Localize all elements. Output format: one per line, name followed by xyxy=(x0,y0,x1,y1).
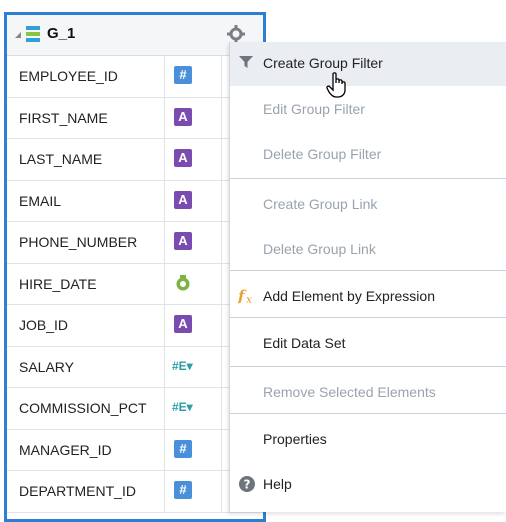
column-divider xyxy=(164,263,165,304)
svg-text:?: ? xyxy=(244,478,251,492)
menu-item-edit-data-set[interactable]: Edit Data Set xyxy=(230,322,506,366)
fx-icon: fx xyxy=(237,287,258,308)
aggregate-dropdown-icon[interactable]: #E▾ xyxy=(172,398,212,416)
number-type-icon: # xyxy=(174,66,192,84)
column-divider xyxy=(221,305,222,346)
filter-icon xyxy=(238,54,254,73)
field-row[interactable]: FIRST_NAME A xyxy=(7,97,263,139)
column-divider xyxy=(164,429,165,470)
menu-item-add-element-by-expression[interactable]: f x Add Element by Expression xyxy=(230,275,506,319)
collapse-icon[interactable] xyxy=(15,32,21,38)
menu-item-label: Edit Group Filter xyxy=(263,101,365,117)
column-divider xyxy=(164,346,165,387)
hand-cursor-icon xyxy=(326,72,348,101)
field-name: EMPLOYEE_ID xyxy=(19,68,118,84)
menu-separator xyxy=(230,413,506,414)
menu-separator xyxy=(230,270,506,271)
menu-item-label: Edit Data Set xyxy=(263,335,346,351)
column-divider xyxy=(164,305,165,346)
column-divider xyxy=(221,139,222,180)
date-type-icon xyxy=(174,274,192,292)
field-row[interactable]: HIRE_DATE xyxy=(7,263,263,305)
string-type-icon: A xyxy=(174,190,192,209)
number-type-icon: # xyxy=(174,439,192,458)
group-title: G_1 xyxy=(47,25,76,42)
menu-item-edit-group-filter[interactable]: Edit Group Filter xyxy=(230,88,506,132)
string-type-icon: A xyxy=(174,232,192,250)
field-name: EMAIL xyxy=(19,192,62,209)
field-name: SALARY xyxy=(19,358,74,375)
field-name: COMMISSION_PCT xyxy=(19,400,147,416)
menu-item-create-group-filter[interactable]: Create Group Filter xyxy=(230,42,506,86)
menu-item-label: Create Group Filter xyxy=(263,55,383,71)
menu-item-help[interactable]: ? Help xyxy=(230,463,506,507)
field-row[interactable]: EMAIL A xyxy=(7,180,263,222)
field-row[interactable]: EMPLOYEE_ID # xyxy=(7,56,263,98)
menu-item-delete-group-filter[interactable]: Delete Group Filter xyxy=(230,133,506,177)
menu-item-label: Help xyxy=(263,476,292,492)
context-menu: Create Group Filter Edit Group Filter Dele… xyxy=(229,42,506,512)
menu-item-properties[interactable]: Properties xyxy=(230,418,506,462)
field-name: DEPARTMENT_ID xyxy=(19,483,136,499)
string-type-icon: A xyxy=(174,149,192,167)
menu-item-label: Create Group Link xyxy=(263,196,378,212)
column-divider xyxy=(221,180,222,221)
field-name: LAST_NAME xyxy=(19,151,103,167)
string-type-icon: A xyxy=(174,315,192,333)
field-row[interactable]: SALARY #E▾ xyxy=(7,346,263,388)
string-type-icon: A xyxy=(174,107,192,126)
field-name: PHONE_NUMBER xyxy=(19,234,138,250)
field-row[interactable]: MANAGER_ID # xyxy=(7,429,263,471)
menu-separator xyxy=(230,366,506,367)
column-divider xyxy=(221,263,222,304)
column-divider xyxy=(221,222,222,263)
number-type-icon: # xyxy=(174,481,192,499)
column-divider xyxy=(164,388,165,429)
menu-separator xyxy=(230,317,506,318)
menu-item-label: Properties xyxy=(263,431,327,447)
field-row[interactable]: COMMISSION_PCT #E▾ xyxy=(7,388,263,430)
column-divider xyxy=(221,388,222,429)
column-divider xyxy=(221,471,222,512)
field-name: FIRST_NAME xyxy=(19,109,108,126)
menu-item-label: Delete Group Link xyxy=(263,241,376,257)
menu-item-delete-group-link[interactable]: Delete Group Link xyxy=(230,228,506,272)
field-row[interactable]: JOB_ID A xyxy=(7,305,263,347)
column-divider xyxy=(164,180,165,221)
field-row[interactable]: LAST_NAME A xyxy=(7,139,263,181)
field-list: EMPLOYEE_ID # FIRST_NAME A LAST_NAME A EMAIL A P… xyxy=(7,56,263,513)
menu-item-label: Delete Group Filter xyxy=(263,146,382,162)
column-divider xyxy=(221,56,222,97)
field-name: MANAGER_ID xyxy=(19,441,112,458)
menu-item-label: Add Element by Expression xyxy=(263,288,435,304)
table-icon xyxy=(25,25,41,48)
menu-item-label: Remove Selected Elements xyxy=(263,384,436,400)
field-name: HIRE_DATE xyxy=(19,275,97,292)
menu-item-create-group-link[interactable]: Create Group Link xyxy=(230,183,506,227)
aggregate-dropdown-icon[interactable]: #E▾ xyxy=(172,357,212,375)
group-header: G_1 xyxy=(7,15,263,56)
column-divider xyxy=(164,139,165,180)
column-divider xyxy=(221,97,222,138)
column-divider xyxy=(164,222,165,263)
help-icon: ? xyxy=(238,475,256,496)
menu-separator xyxy=(230,178,506,179)
field-row[interactable]: DEPARTMENT_ID # xyxy=(7,471,263,513)
menu-item-remove-selected-elements[interactable]: Remove Selected Elements xyxy=(230,371,506,415)
column-divider xyxy=(221,346,222,387)
field-name: JOB_ID xyxy=(19,317,69,333)
column-divider xyxy=(164,471,165,512)
column-divider xyxy=(164,97,165,138)
group-panel: G_1 EMPLOYEE_ID # FIRST_NAME A LAST_NAME A EMA… xyxy=(4,12,266,522)
field-row[interactable]: PHONE_NUMBER A xyxy=(7,222,263,264)
svg-text:x: x xyxy=(246,293,253,305)
column-divider xyxy=(164,56,165,97)
column-divider xyxy=(221,429,222,470)
